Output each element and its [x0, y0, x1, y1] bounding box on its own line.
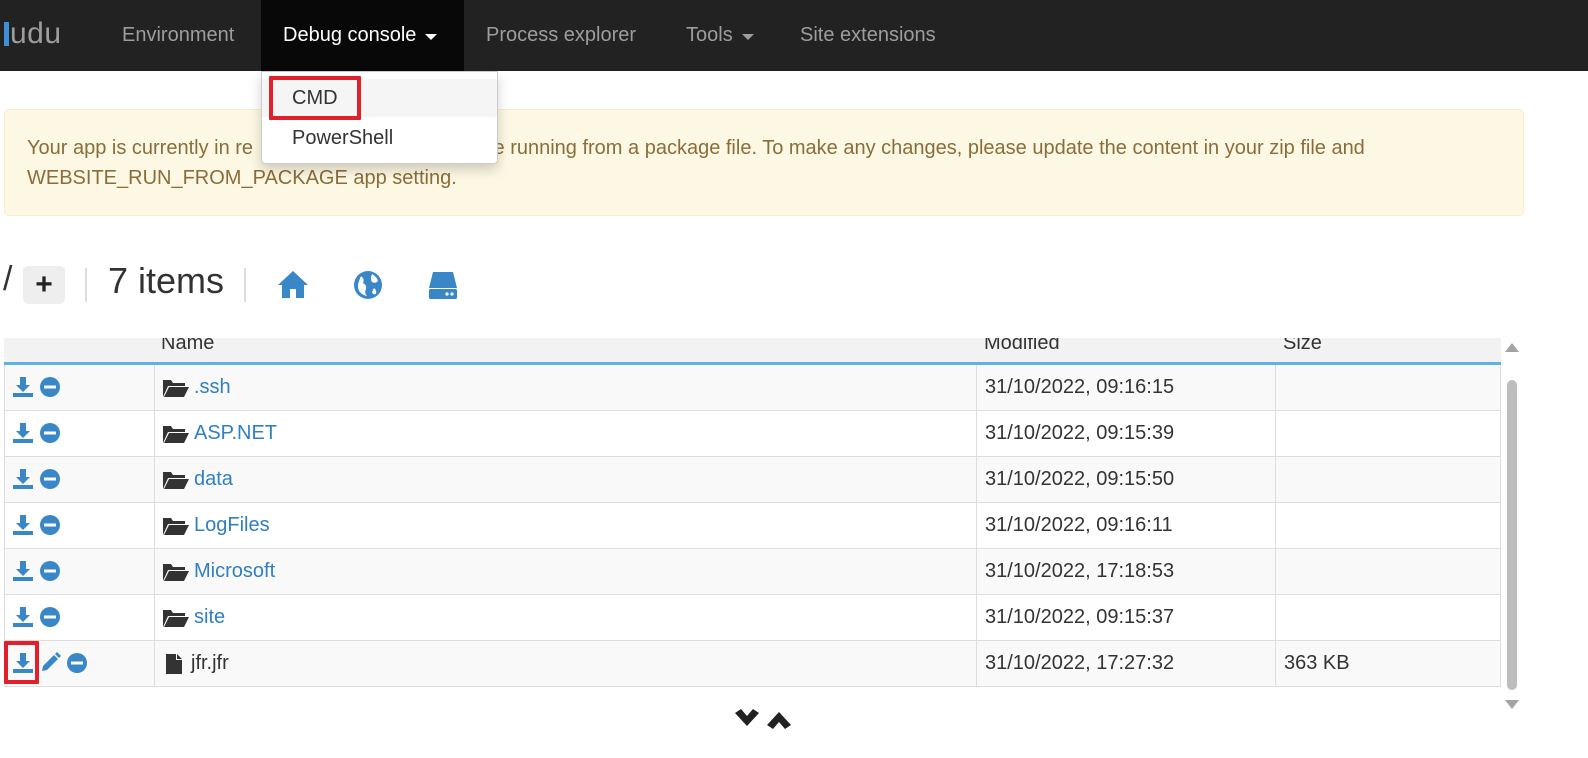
- modified-cell: 31/10/2022, 09:15:37: [985, 606, 1175, 628]
- chevron-down-icon: [741, 33, 754, 40]
- modified-cell: 31/10/2022, 09:16:11: [985, 514, 1173, 536]
- nav-environment-label: Environment: [122, 24, 235, 46]
- folder-open-icon: [163, 471, 189, 489]
- nav-process-explorer[interactable]: Process explorer: [464, 0, 658, 71]
- modified-cell: 31/10/2022, 09:15:39: [985, 422, 1175, 444]
- table-row: LogFiles 31/10/2022, 09:16:11: [4, 503, 1501, 549]
- table-row: .ssh 31/10/2022, 09:16:15: [4, 365, 1501, 411]
- download-icon[interactable]: [12, 560, 34, 582]
- nav-environment[interactable]: Environment: [100, 0, 256, 71]
- delete-icon[interactable]: [39, 468, 61, 490]
- file-name-link[interactable]: LogFiles: [194, 514, 270, 537]
- file-icon: [166, 653, 182, 674]
- table-row: site 31/10/2022, 09:15:37: [4, 595, 1501, 641]
- alert-text-head: Your app is currently in re: [27, 137, 254, 159]
- divider: [85, 268, 87, 302]
- table-row: jfr.jfr 31/10/2022, 17:27:32 363 KB: [4, 641, 1501, 687]
- delete-icon[interactable]: [39, 606, 61, 628]
- file-name-cell: Microsoft: [162, 549, 275, 594]
- scrollbar-thumb[interactable]: [1507, 380, 1517, 690]
- debug-console-dropdown: CMD PowerShell: [261, 71, 498, 164]
- modified-cell: 31/10/2022, 09:15:50: [985, 468, 1175, 490]
- add-item-button[interactable]: +: [23, 266, 65, 304]
- table-row: ASP.NET 31/10/2022, 09:15:39: [4, 411, 1501, 457]
- table-row: Microsoft 31/10/2022, 17:18:53: [4, 549, 1501, 595]
- file-name-link[interactable]: site: [194, 606, 225, 629]
- nav-process-explorer-label: Process explorer: [486, 24, 637, 46]
- nav-site-extensions-label: Site extensions: [800, 24, 936, 46]
- kudu-logo-mark: [4, 22, 9, 46]
- folder-open-icon: [163, 563, 189, 581]
- modified-cell: 31/10/2022, 09:16:15: [985, 376, 1175, 398]
- file-name-cell: data: [162, 457, 233, 502]
- delete-icon[interactable]: [39, 376, 61, 398]
- dropdown-item-cmd-label: CMD: [292, 86, 338, 109]
- nav-tools[interactable]: Tools: [664, 0, 776, 71]
- resize-chevrons-icon[interactable]: [733, 706, 795, 732]
- download-icon[interactable]: [12, 422, 34, 444]
- item-count: 7 items: [108, 260, 225, 301]
- modified-cell: 31/10/2022, 17:18:53: [985, 560, 1175, 582]
- column-header-modified[interactable]: Modified: [984, 338, 1060, 355]
- file-name-link[interactable]: Microsoft: [194, 560, 275, 583]
- home-icon[interactable]: [275, 266, 311, 302]
- edit-pencil-icon[interactable]: [39, 652, 61, 674]
- scroll-down-arrow[interactable]: [1505, 700, 1519, 709]
- plus-icon: +: [35, 268, 53, 301]
- file-name-cell: .ssh: [162, 365, 231, 410]
- file-name-link[interactable]: .ssh: [194, 376, 231, 399]
- drive-icon[interactable]: [425, 266, 461, 302]
- brand-text: udu: [10, 17, 62, 50]
- alert-line-1: Your app is currently in re u are running…: [27, 133, 1501, 163]
- delete-icon[interactable]: [39, 560, 61, 582]
- dropdown-item-powershell[interactable]: PowerShell: [262, 119, 497, 157]
- folder-open-icon: [163, 379, 189, 397]
- file-name-link[interactable]: ASP.NET: [194, 422, 277, 445]
- file-table: Name Modified Size .ssh 31/10/2022, 09:1…: [4, 338, 1501, 689]
- file-name-link[interactable]: data: [194, 468, 233, 491]
- table-row: data 31/10/2022, 09:15:50: [4, 457, 1501, 503]
- download-icon[interactable]: [12, 376, 34, 398]
- nav-tools-label: Tools: [686, 24, 733, 46]
- file-name-cell: ASP.NET: [162, 411, 277, 456]
- download-icon[interactable]: [12, 652, 34, 674]
- delete-icon[interactable]: [66, 652, 88, 674]
- scroll-up-arrow[interactable]: [1505, 343, 1519, 352]
- folder-open-icon: [163, 425, 189, 443]
- nav-debug-console-label: Debug console: [283, 24, 417, 46]
- nav-debug-console[interactable]: Debug console: [261, 0, 464, 71]
- file-name-text[interactable]: jfr.jfr: [191, 652, 229, 675]
- file-name-cell: jfr.jfr: [162, 641, 229, 686]
- divider: [244, 268, 246, 302]
- path-root[interactable]: /: [3, 260, 12, 299]
- brand-logo[interactable]: udu: [4, 14, 62, 54]
- download-icon[interactable]: [12, 606, 34, 628]
- chevron-down-icon: [425, 33, 438, 40]
- folder-open-icon: [163, 517, 189, 535]
- dropdown-item-cmd[interactable]: CMD: [262, 79, 497, 117]
- path-bar: / + 7 items: [0, 258, 600, 308]
- nav-site-extensions[interactable]: Site extensions: [778, 0, 958, 71]
- download-icon[interactable]: [12, 514, 34, 536]
- delete-icon[interactable]: [39, 514, 61, 536]
- file-name-cell: LogFiles: [162, 503, 270, 548]
- column-header-size[interactable]: Size: [1283, 338, 1322, 355]
- delete-icon[interactable]: [39, 422, 61, 444]
- folder-open-icon: [163, 609, 189, 627]
- globe-icon[interactable]: [350, 266, 386, 302]
- modified-cell: 31/10/2022, 17:27:32: [985, 652, 1175, 674]
- table-header: Name Modified Size: [4, 338, 1501, 365]
- file-name-cell: site: [162, 595, 225, 640]
- size-cell: 363 KB: [1284, 652, 1350, 674]
- navbar: udu Environment Debug console Process ex…: [0, 0, 1588, 71]
- alert-text-tail: u are running from a package file. To ma…: [459, 137, 1365, 159]
- alert-line-2: WEBSITE_RUN_FROM_PACKAGE app setting.: [27, 167, 457, 189]
- dropdown-item-powershell-label: PowerShell: [292, 126, 394, 149]
- run-from-package-alert: Your app is currently in re u are running…: [4, 109, 1524, 216]
- column-header-name[interactable]: Name: [161, 338, 214, 355]
- download-icon[interactable]: [12, 468, 34, 490]
